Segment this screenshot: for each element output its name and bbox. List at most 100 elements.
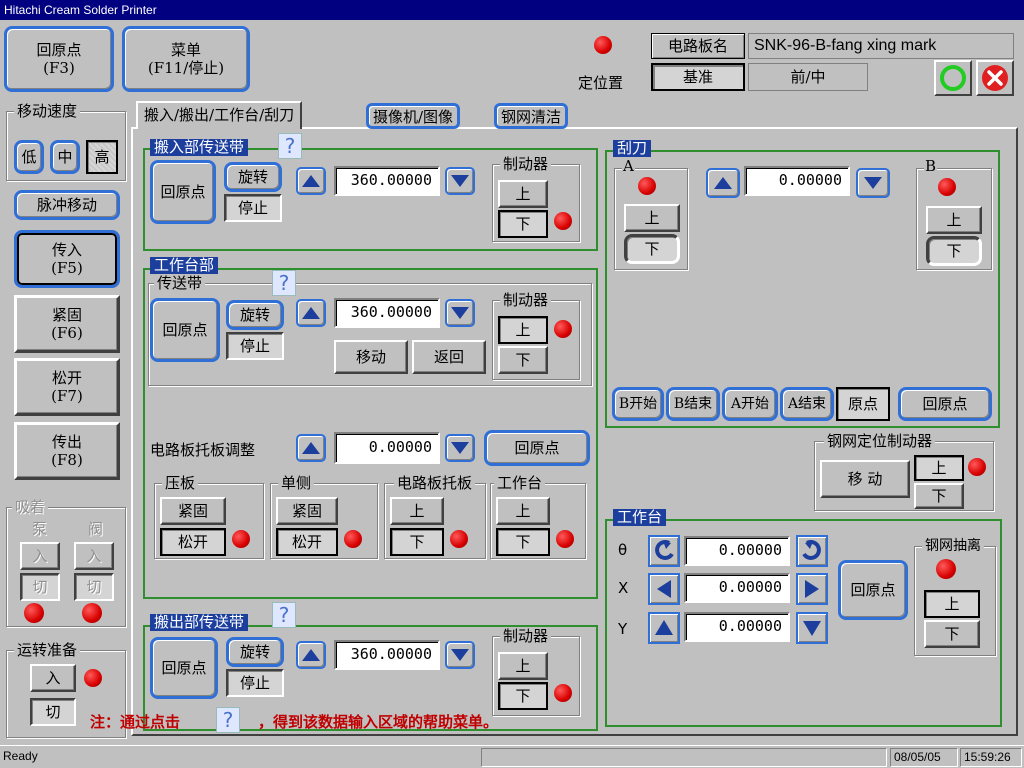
squeegee-b-down-button[interactable]: 下	[926, 236, 982, 266]
home-f3-button[interactable]: 回原点 (F3)	[4, 26, 114, 92]
carry-in-f5-button[interactable]: 传入 (F5)	[14, 230, 120, 288]
status-text: Ready	[3, 749, 38, 763]
carry-in-speed-field[interactable]: 360.00000	[334, 166, 440, 196]
carry-in-down-arrow-button[interactable]	[445, 167, 475, 195]
carry-out-brake-down-button[interactable]: 下	[498, 682, 548, 710]
board-support-adjust-label: 电路板托板调整	[150, 441, 256, 459]
tab-stencil-clean[interactable]: 钢网清洁	[494, 103, 569, 129]
carry-out-f8-button[interactable]: 传出 (F8)	[14, 422, 120, 480]
carry-out-up-arrow-button[interactable]	[296, 641, 326, 669]
suction-pump-off-button[interactable]: 切	[20, 573, 60, 601]
table-conveyor-up-arrow-button[interactable]	[296, 299, 326, 327]
table-conveyor-home-button[interactable]: 回原点	[150, 298, 220, 362]
cancel-button[interactable]	[976, 60, 1014, 96]
theta-value-field[interactable]: 0.00000	[684, 536, 790, 566]
down-triangle-icon	[451, 307, 469, 319]
theta-cw-button[interactable]	[796, 535, 828, 567]
y-up-button[interactable]	[648, 612, 680, 644]
table-conveyor-speed-field[interactable]: 360.00000	[334, 298, 440, 328]
table-conveyor-down-arrow-button[interactable]	[445, 299, 475, 327]
table-brake-up-button[interactable]: 上	[498, 316, 548, 344]
tab-carry-table-squeegee[interactable]: 搬入/搬出/工作台/刮刀	[136, 101, 303, 129]
table-move-button[interactable]: 移动	[334, 340, 408, 374]
stencil-pull-down-button[interactable]: 下	[924, 620, 980, 648]
run-ready-in-button[interactable]: 入	[30, 664, 76, 692]
table-return-button[interactable]: 返回	[412, 340, 486, 374]
stencil-brake-up-button[interactable]: 上	[914, 455, 964, 481]
table-conveyor-stop-button[interactable]: 停止	[226, 332, 284, 360]
tab-camera-image[interactable]: 摄像机/图像	[366, 103, 461, 129]
squeegee-a-start-button[interactable]: A开始	[722, 387, 778, 421]
board-support-up-button[interactable]: 上	[390, 497, 444, 525]
press-plate-clamp-button[interactable]: 紧固	[160, 497, 226, 525]
board-support-down-arrow-button[interactable]	[445, 434, 475, 462]
squeegee-a-down-button[interactable]: 下	[624, 234, 680, 264]
table-brake-down-button[interactable]: 下	[498, 346, 548, 374]
table-down-button[interactable]: 下	[496, 528, 550, 556]
suction-pump-in-button[interactable]: 入	[20, 542, 60, 570]
squeegee-b-end-button[interactable]: B结束	[666, 387, 720, 421]
carry-out-down-arrow-button[interactable]	[445, 641, 475, 669]
reference-button[interactable]: 基准	[651, 63, 745, 91]
y-down-button[interactable]	[796, 612, 828, 644]
carry-in-brake-down-button[interactable]: 下	[498, 210, 548, 238]
squeegee-down-arrow-button[interactable]	[856, 168, 890, 198]
squeegee-a-end-button[interactable]: A结束	[780, 387, 834, 421]
release-f7-button[interactable]: 松开 (F7)	[14, 358, 120, 416]
squeegee-up-arrow-button[interactable]	[706, 168, 740, 198]
board-support-home-button[interactable]: 回原点	[484, 430, 590, 466]
carry-out-help-button[interactable]: ?	[272, 602, 296, 628]
down-triangle-icon	[451, 442, 469, 454]
board-support-up-arrow-button[interactable]	[296, 434, 326, 462]
squeegee-b-start-button[interactable]: B开始	[612, 387, 664, 421]
suction-valve-in-button[interactable]: 入	[74, 542, 114, 570]
carry-in-up-arrow-button[interactable]	[296, 167, 326, 195]
worktable-home-button[interactable]: 回原点	[838, 560, 908, 620]
squeegee-a-up-button[interactable]: 上	[624, 204, 680, 232]
clamp-f6-button[interactable]: 紧固 (F6)	[14, 295, 120, 353]
carry-in-home-button[interactable]: 回原点	[150, 160, 216, 224]
run-ready-title: 运转准备	[14, 642, 81, 658]
theta-ccw-button[interactable]	[648, 535, 680, 567]
table-conveyor-help-button[interactable]: ?	[272, 270, 296, 296]
squeegee-home-button[interactable]: 回原点	[898, 387, 992, 421]
squeegee-value-field[interactable]: 0.00000	[744, 166, 850, 196]
table-up-button[interactable]: 上	[496, 497, 550, 525]
board-support-value-field[interactable]: 0.00000	[334, 432, 440, 464]
stencil-brake-title: 钢网定位制动器	[824, 433, 936, 449]
board-support-down-button[interactable]: 下	[390, 528, 444, 556]
press-plate-release-button[interactable]: 松开	[160, 528, 226, 556]
carry-in-help-button[interactable]: ?	[278, 133, 302, 159]
table-conveyor-rotate-button[interactable]: 旋转	[226, 300, 284, 330]
x-value-field[interactable]: 0.00000	[684, 573, 790, 603]
speed-mid-button[interactable]: 中	[50, 140, 80, 174]
move-speed-title: 移动速度	[14, 103, 81, 119]
carry-in-rotate-button[interactable]: 旋转	[224, 162, 282, 192]
speed-low-button[interactable]: 低	[14, 140, 44, 174]
squeegee-b-up-button[interactable]: 上	[926, 206, 982, 234]
single-side-release-button[interactable]: 松开	[276, 528, 338, 556]
carry-out-rotate-button[interactable]: 旋转	[226, 637, 284, 667]
carry-out-stop-button[interactable]: 停止	[226, 669, 284, 697]
stencil-pull-up-button[interactable]: 上	[924, 590, 980, 618]
carry-in-stop-button[interactable]: 停止	[224, 194, 282, 222]
carry-in-brake-led	[554, 212, 572, 230]
single-side-clamp-button[interactable]: 紧固	[276, 497, 338, 525]
pulse-move-button[interactable]: 脉冲移动	[14, 190, 120, 220]
ok-button[interactable]	[934, 60, 972, 96]
carry-out-speed-field[interactable]: 360.00000	[334, 640, 440, 670]
menu-f11-button[interactable]: 菜单 (F11/停止)	[122, 26, 250, 92]
squeegee-origin-button[interactable]: 原点	[836, 387, 890, 421]
x-left-button[interactable]	[648, 573, 680, 605]
carry-out-home-button[interactable]: 回原点	[150, 637, 218, 699]
x-right-button[interactable]	[796, 573, 828, 605]
y-value-field[interactable]: 0.00000	[684, 612, 790, 642]
suction-valve-off-button[interactable]: 切	[74, 573, 114, 601]
stencil-brake-down-button[interactable]: 下	[914, 483, 964, 509]
speed-high-button[interactable]: 高	[86, 140, 118, 174]
stencil-brake-move-button[interactable]: 移 动	[820, 460, 910, 498]
carry-out-brake-up-button[interactable]: 上	[498, 652, 548, 680]
run-ready-off-button[interactable]: 切	[30, 698, 76, 726]
position-label: 定位置	[578, 74, 624, 92]
carry-in-brake-up-button[interactable]: 上	[498, 180, 548, 208]
